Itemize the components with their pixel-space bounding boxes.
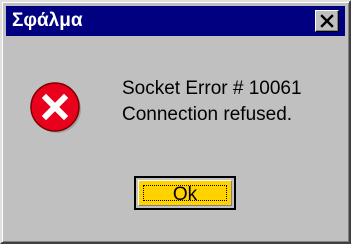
error-icon [30, 82, 81, 133]
window-title: Σφάλμα [12, 10, 83, 31]
error-message: Socket Error # 10061 Connection refused. [122, 76, 302, 128]
close-button[interactable] [315, 10, 339, 32]
ok-button-face[interactable]: Ok [138, 180, 232, 206]
title-bar[interactable]: Σφάλμα [6, 6, 345, 36]
error-dialog: Σφάλμα Socket Error # 10061 Connection r… [0, 0, 351, 244]
ok-button[interactable]: Ok [134, 176, 236, 210]
ok-button-label: Ok [172, 184, 198, 205]
error-message-line-2: Connection refused. [122, 104, 293, 125]
error-message-line-1: Socket Error # 10061 [122, 78, 302, 99]
close-icon [320, 14, 334, 28]
